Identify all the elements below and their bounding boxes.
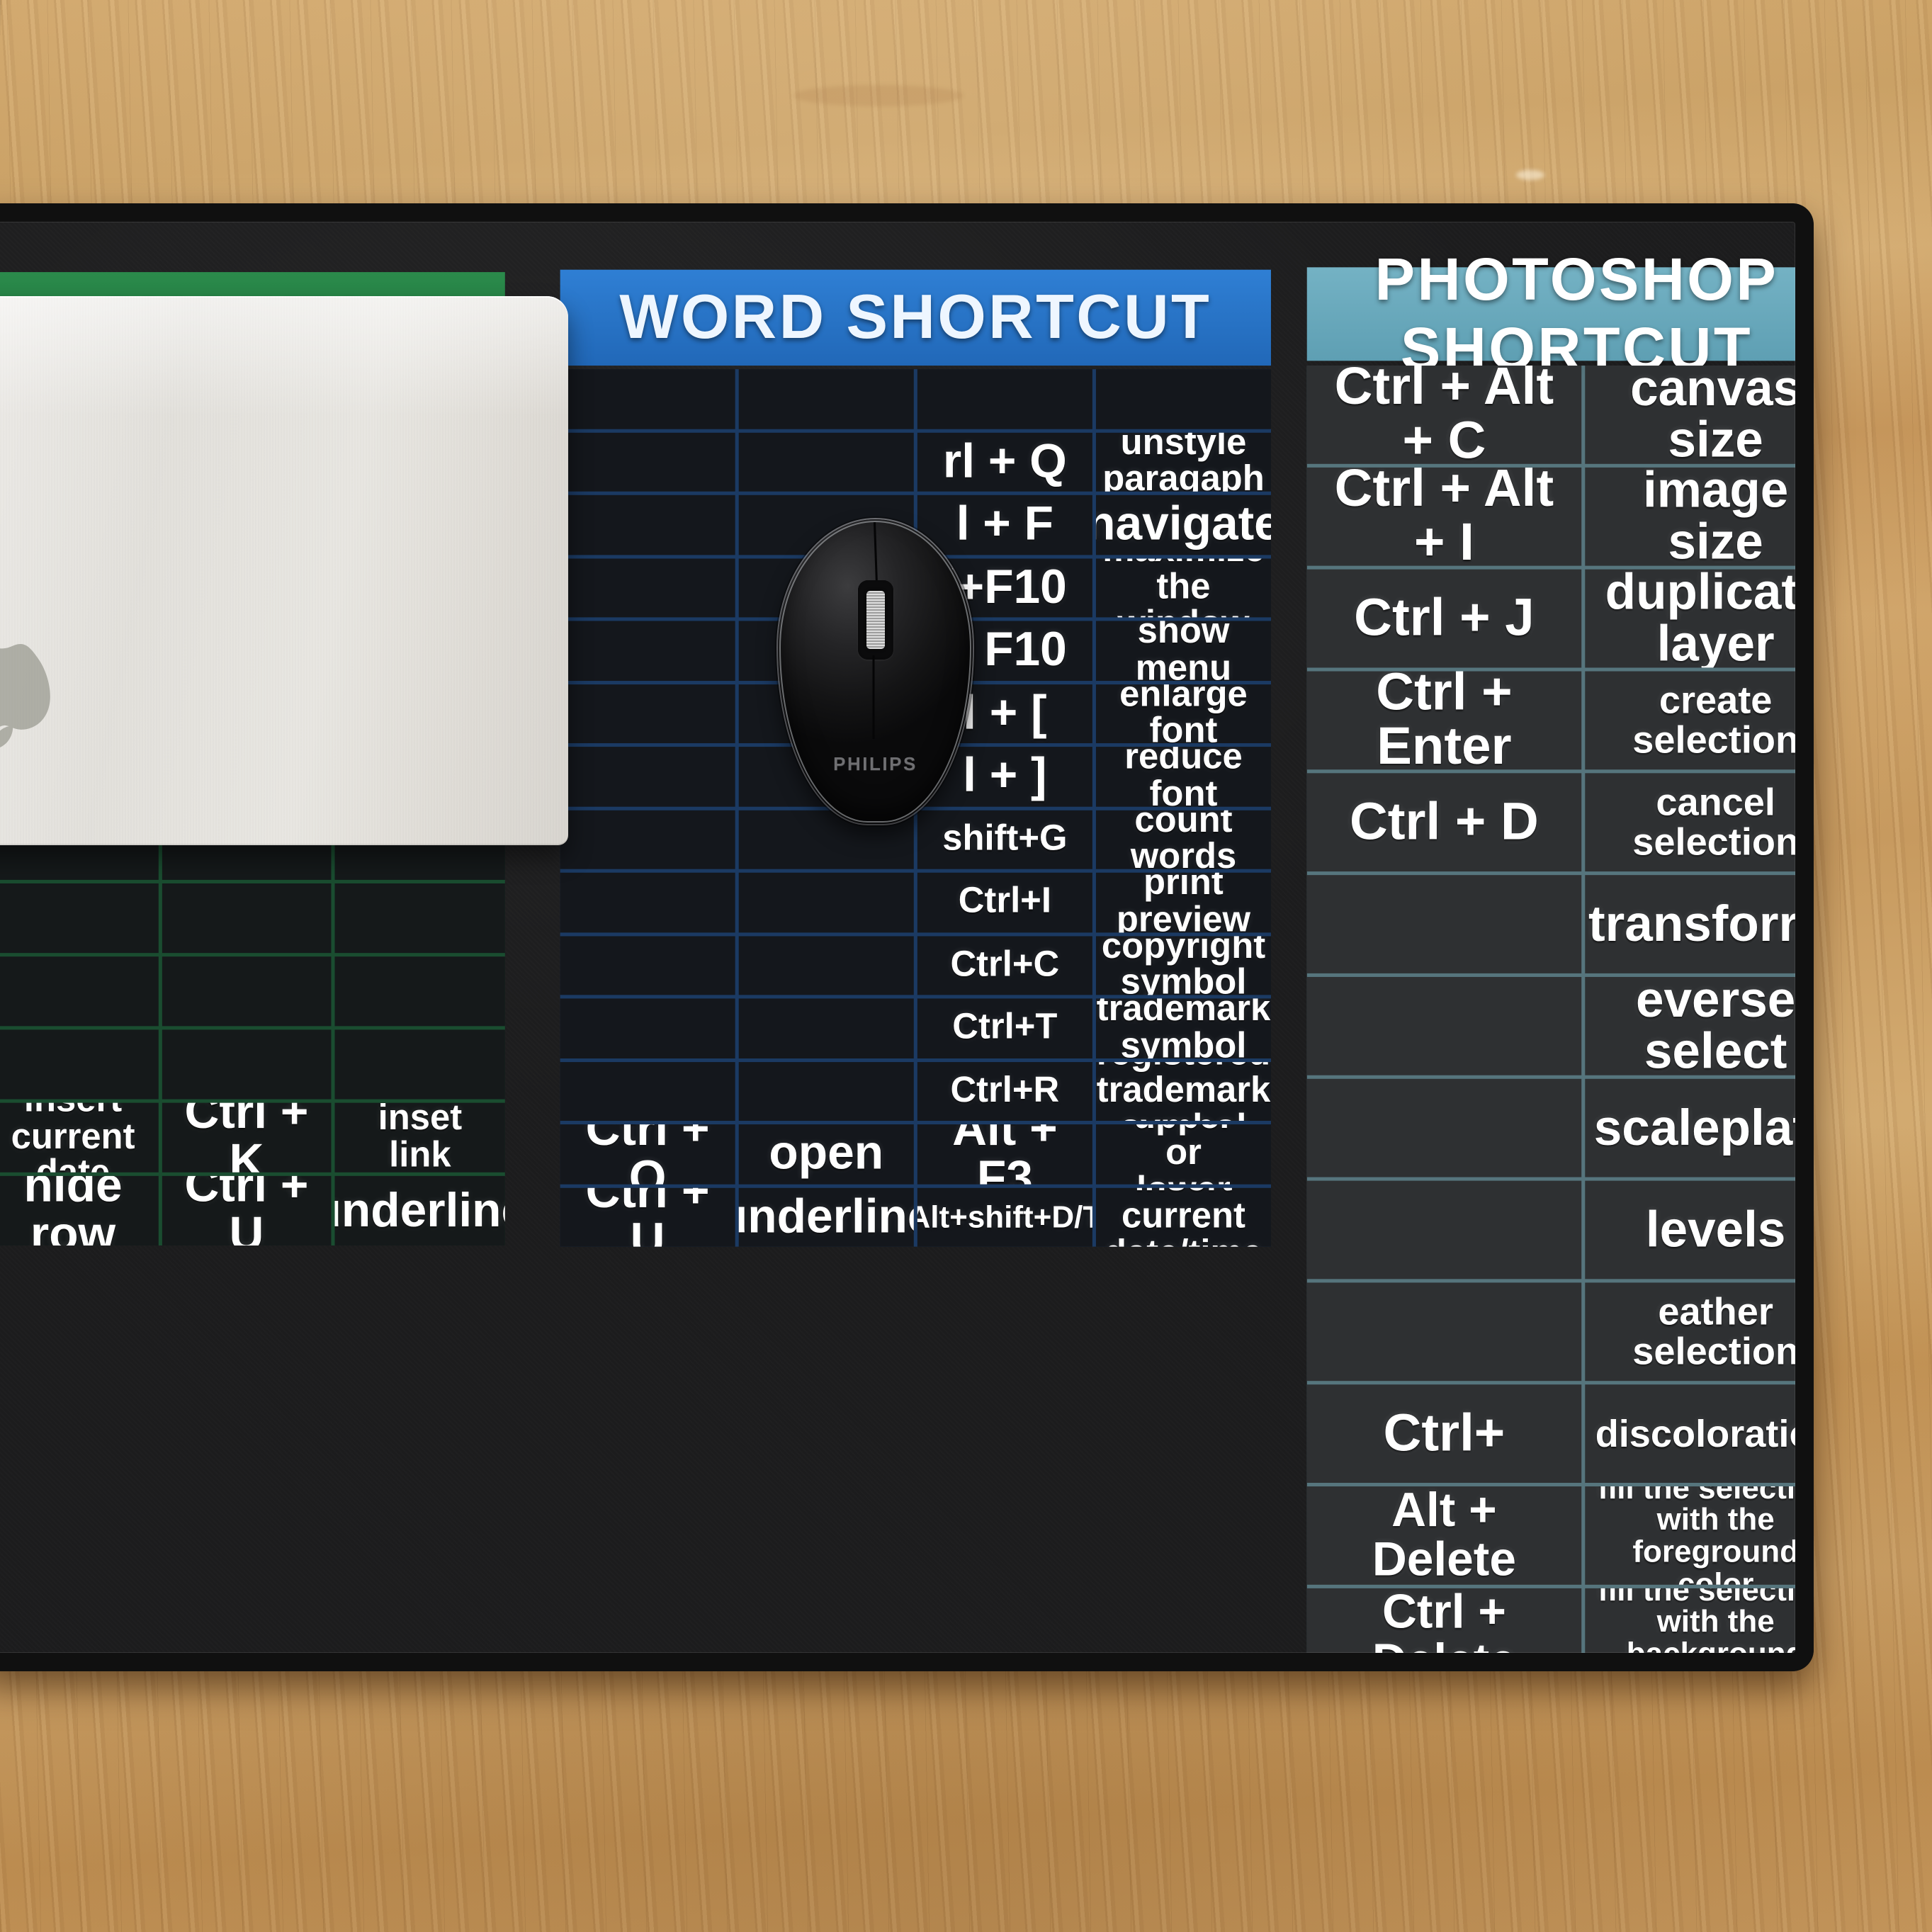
mouse-brand-label: PHILIPS <box>833 753 917 774</box>
mouse-button-seam-bottom <box>872 655 875 739</box>
apple-logo-icon <box>0 644 50 748</box>
macbook-laptop <box>0 296 568 845</box>
wood-speck <box>1516 170 1544 180</box>
wood-knot <box>793 85 964 106</box>
mouse-scroll-wheel[interactable] <box>857 580 893 660</box>
mouse-button-seam-top <box>873 521 878 585</box>
